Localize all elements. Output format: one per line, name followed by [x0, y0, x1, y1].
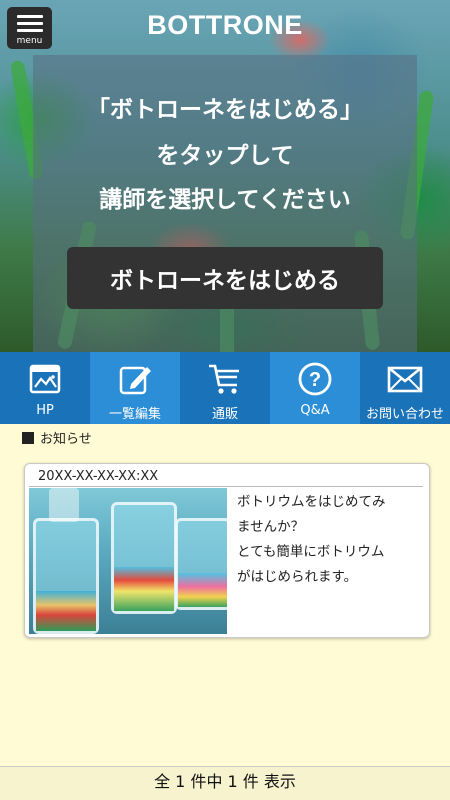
- instruction-line-3: 講師を選択してください: [99, 187, 351, 213]
- main-nav: HP 一覧編集 通販 ? Q&A お問い合わせ: [0, 352, 450, 424]
- result-count: 全 1 件中 1 件 表示: [0, 766, 450, 800]
- square-bullet-icon: [22, 431, 34, 444]
- nav-label-contact: お問い合わせ: [365, 407, 444, 422]
- instruction-line-2: をタップして: [156, 143, 294, 169]
- notice-heading: お知らせ: [22, 428, 92, 447]
- post-body: ボトリウムをはじめてみ ませんか？ とても簡単にボトリウム がはじめられます。: [237, 494, 386, 585]
- instruction-line-1: 「ボトローネをはじめる」: [87, 97, 363, 123]
- post-date: 20XX-XX-XX-XX:XX: [38, 469, 159, 484]
- svg-text:?: ?: [309, 369, 321, 391]
- nav-item-contact[interactable]: お問い合わせ: [360, 352, 450, 424]
- nav-label-edit-list: 一覧編集: [108, 407, 161, 422]
- nav-item-qa[interactable]: ? Q&A: [270, 352, 360, 424]
- start-bottrone-button[interactable]: ボトローネをはじめる: [67, 247, 383, 309]
- mail-icon: [387, 366, 423, 393]
- cart-icon: [209, 364, 239, 394]
- edit-icon: [119, 366, 151, 395]
- nav-label-qa: Q&A: [300, 403, 330, 418]
- homepage-icon: [29, 364, 61, 394]
- nav-label-shop: 通販: [211, 407, 238, 422]
- nav-item-shop[interactable]: 通販: [180, 352, 270, 424]
- bottle-aquarium-image: [29, 488, 227, 634]
- nav-item-hp[interactable]: HP: [0, 352, 90, 424]
- notice-heading-label: お知らせ: [40, 432, 92, 447]
- nav-label-hp: HP: [36, 403, 54, 418]
- nav-item-edit-list[interactable]: 一覧編集: [90, 352, 180, 424]
- notice-card[interactable]: 20XX-XX-XX-XX:XX ボトリウムをはじめてみ ませんか？ とても簡単…: [24, 463, 430, 638]
- divider: [29, 486, 423, 487]
- question-icon: ?: [298, 362, 332, 396]
- app-title: BOTTRONE: [147, 10, 303, 40]
